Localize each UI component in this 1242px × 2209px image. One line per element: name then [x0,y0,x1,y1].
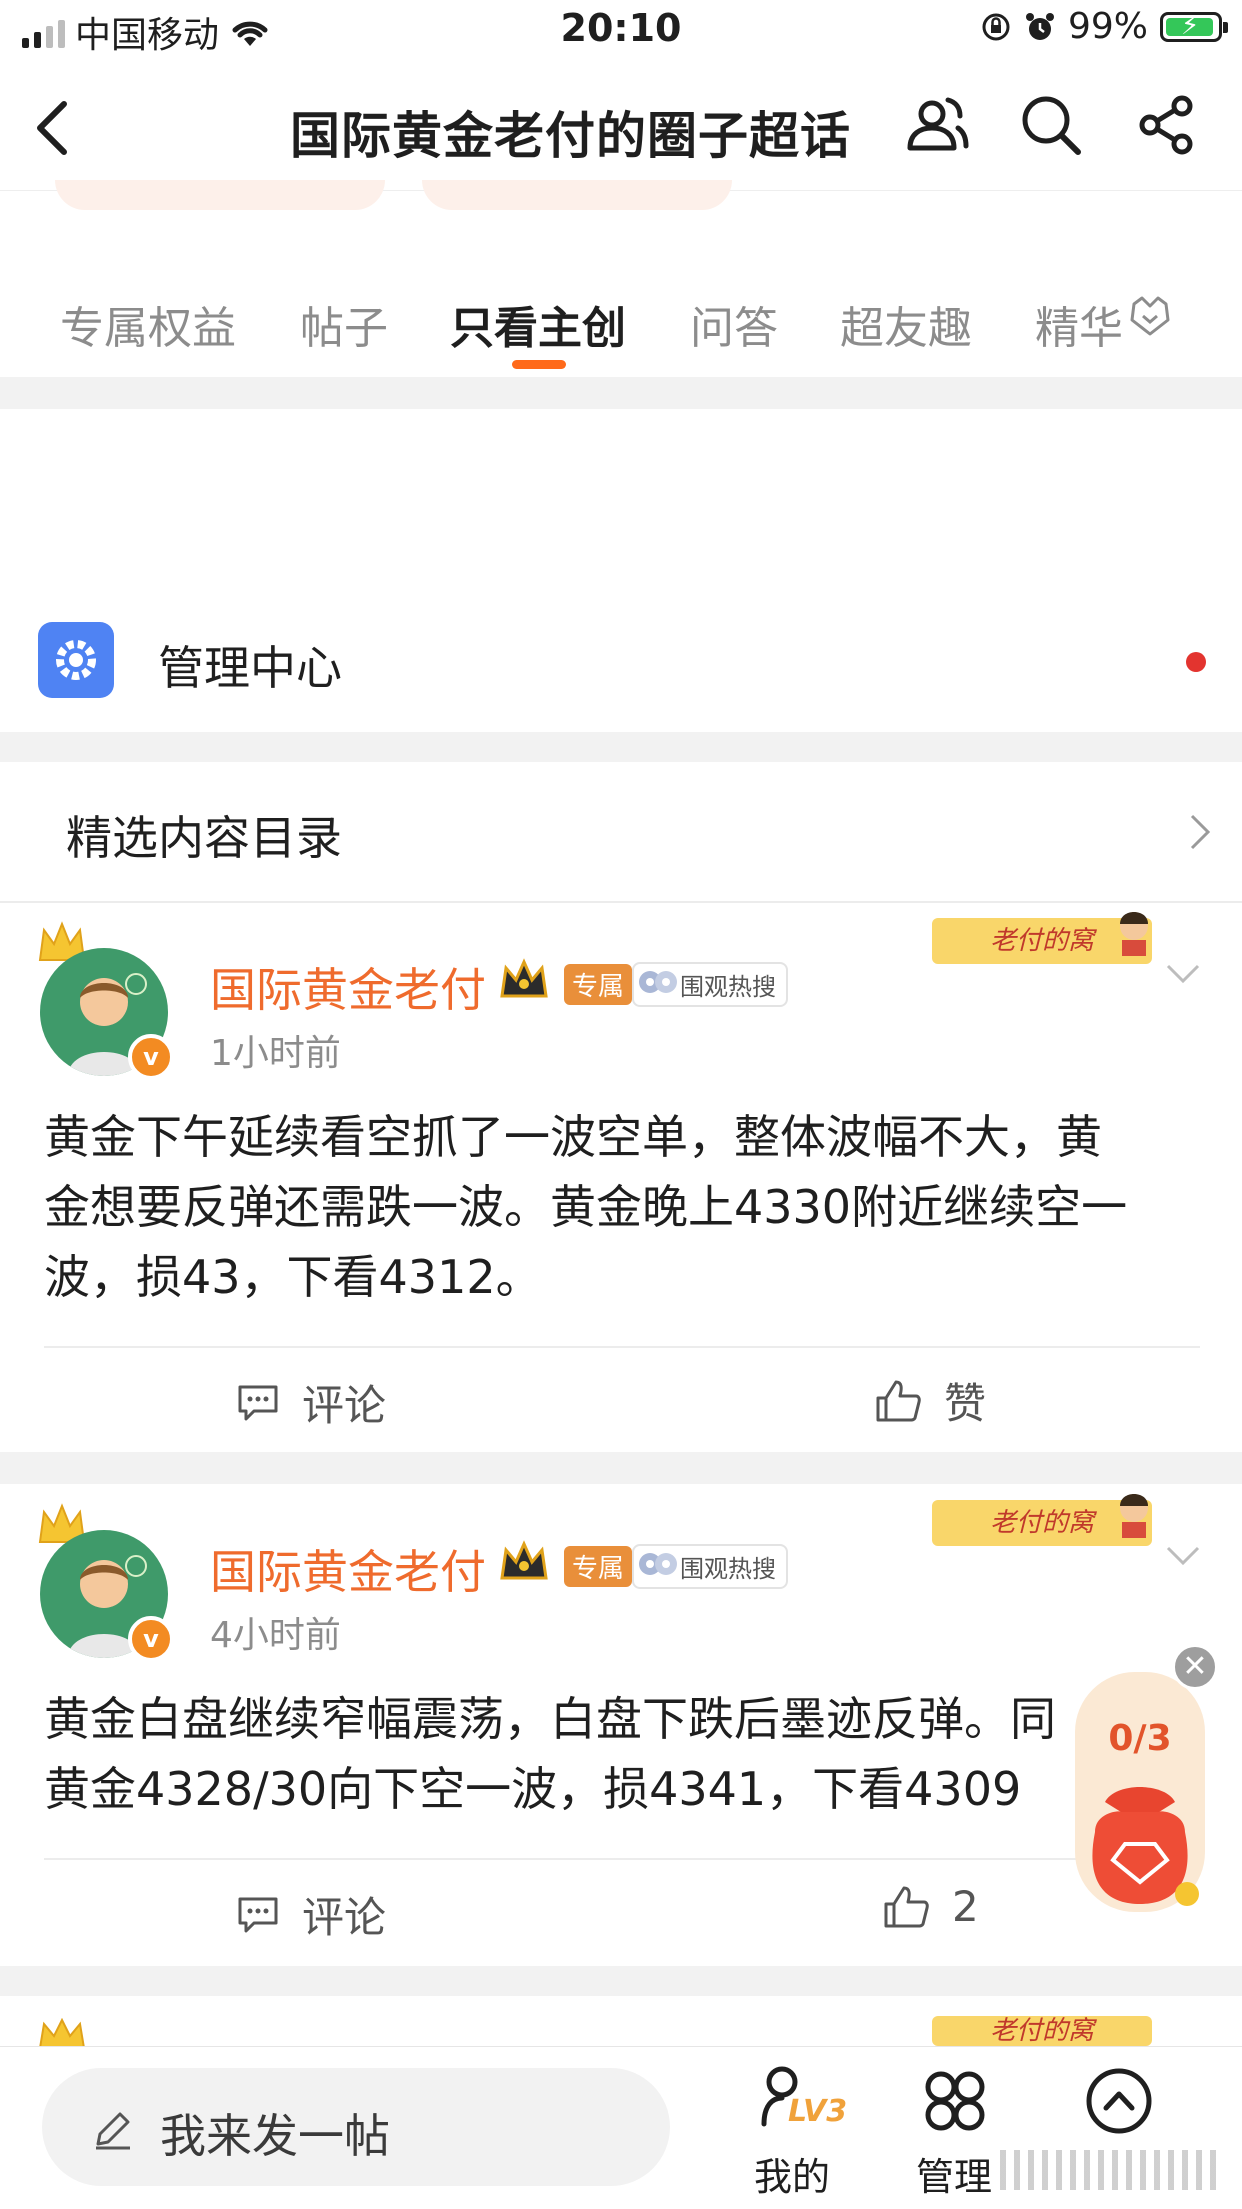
status-bar: 中国移动 20:10 99% ⚡ [0,0,1242,62]
post-line: 黄金白盘继续窄幅震荡，白盘下跌后墨迹反弹。同 [44,1692,1056,1746]
alarm-icon [1025,12,1054,40]
search-icon[interactable] [1018,92,1084,158]
eyes-icon [639,1553,677,1575]
manage-center-label: 管理中心 [158,641,342,695]
mascot-icon [1120,912,1148,956]
catalog-label: 精选内容目录 [66,811,342,865]
crown-icon [38,2018,86,2048]
members-icon[interactable] [902,90,972,160]
author-name[interactable]: 国际黄金老付 [210,954,486,1020]
crown-badge-icon [500,958,548,998]
battery-percent: 99% [1067,6,1148,47]
like-button[interactable]: 2 [882,1882,979,1931]
like-button[interactable]: 赞 [874,1370,986,1431]
tab-qa[interactable]: 问答 [690,292,778,356]
page-title: 国际黄金老付的圈子超话 [290,107,851,165]
author-name[interactable]: 国际黄金老付 [210,1536,486,1602]
tab-exclusive-benefits[interactable]: 专属权益 [60,292,236,356]
section-gap [0,1452,1242,1484]
verified-badge-icon: v [128,1616,174,1662]
post-body[interactable]: 黄金下午延续看空抓了一波空单，整体波幅不大，黄 金想要反弹还需跌一波。黄金晚上4… [44,1102,1127,1312]
exclusive-tag: 专属 [564,1546,633,1587]
divider [0,901,1242,903]
share-icon[interactable] [1136,94,1198,156]
comment-button[interactable]: 评论 [236,1372,386,1433]
scroll-top-icon[interactable] [1084,2066,1154,2136]
post-body[interactable]: 黄金白盘继续窄幅震荡，白盘下跌后墨迹反弹。同 黄金4328/30向下空一波，损4… [44,1684,1074,1824]
post-line: 黄金4328/30向下空一波，损4341，下看4309 [44,1762,1022,1816]
close-icon[interactable]: ✕ [1172,1644,1218,1690]
chevron-down-icon[interactable] [1164,962,1202,986]
tab-mine-label: 我的 [754,2155,831,2199]
battery-icon: ⚡ [1160,11,1228,42]
pencil-icon [96,2112,130,2150]
clover-icon [925,2071,985,2131]
tab-creator-only[interactable]: 只看主创 [450,292,626,356]
lucky-bag-icon [1092,1787,1199,1906]
section-gap [0,732,1242,762]
verified-badge-icon: v [128,1034,174,1080]
comment-label: 评论 [302,1893,387,1942]
chevron-right-icon [1190,814,1211,850]
post-time: 4小时前 [210,1615,341,1656]
like-count: 2 [952,1882,979,1931]
post-line: 金想要反弹还需跌一波。黄金晚上4330附近继续空一 [44,1180,1128,1234]
mascot-icon [1120,1494,1148,1538]
header-chip-left [55,180,385,210]
section-gap [0,377,1242,409]
post-line: 波，损43，下看4312。 [44,1250,542,1304]
post-line: 黄金下午延续看空抓了一波空单，整体波幅不大，黄 [44,1110,1102,1164]
reward-progress: 0/3 [1108,1718,1172,1759]
comment-button[interactable]: 评论 [236,1884,386,1945]
compose-placeholder: 我来发一帖 [160,2109,390,2163]
like-label: 赞 [944,1379,987,1428]
divider [44,1858,1200,1860]
chevron-down-icon[interactable] [1164,1544,1202,1568]
notification-dot [1186,652,1206,672]
watermark [1000,2150,1220,2190]
thumbs-up-icon [884,1886,929,1927]
back-icon[interactable] [30,98,74,158]
tab-posts[interactable]: 帖子 [300,292,388,356]
status-right: 99% ⚡ [980,6,1228,47]
thumbs-up-icon [876,1380,921,1421]
divider [44,1346,1200,1348]
section-gap [0,1966,1242,1996]
settings-gear-icon [38,622,114,698]
header-chip-right [422,180,732,210]
active-tab-indicator [512,360,566,369]
featured-badge-icon [1130,296,1170,336]
level-badge: LV3 [788,2094,848,2129]
comment-icon [238,1897,278,1932]
tab-featured[interactable]: 精华 [1035,292,1123,356]
crown-badge-icon [500,1540,548,1580]
post-time: 1小时前 [210,1033,341,1074]
rotation-lock-icon [982,13,1010,40]
tab-manage-label: 管理 [916,2155,993,2199]
tab-super-fun[interactable]: 超友趣 [840,292,972,356]
profile-banner: 老付的窝 [932,2016,1152,2046]
eyes-icon [639,971,677,993]
comment-icon [238,1385,278,1420]
comment-label: 评论 [302,1381,387,1430]
exclusive-tag: 专属 [564,964,633,1005]
